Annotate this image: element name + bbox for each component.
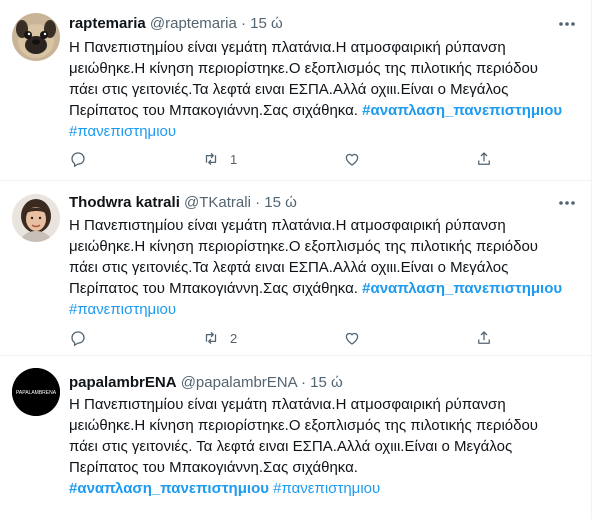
tweet-header: Thodwra katrali @TKatrali · 15 ώ (69, 193, 297, 213)
tweet-body-text: Η Πανεπιστημίου είναι γεμάτη πλατάνια.Η … (69, 396, 539, 476)
tweet[interactable]: raptemaria @raptemaria · 15 ώ Η Πανεπιστ… (0, 0, 592, 180)
share-icon (478, 331, 490, 344)
separator-dot: · (301, 374, 306, 391)
more-icon (559, 22, 575, 26)
more-options-button[interactable] (553, 193, 581, 213)
retweet-button[interactable]: 2 (202, 328, 237, 348)
like-icon (345, 332, 359, 345)
like-icon (345, 153, 359, 166)
papalambrena-logo-image: PAPALAMBRENA (12, 368, 60, 416)
avatar-logo-text: PAPALAMBRENA (16, 390, 57, 396)
more-options-button[interactable] (553, 14, 581, 34)
tweet-text: Η Πανεπιστημίου είναι γεμάτη πλατάνια.Η … (69, 394, 581, 499)
tweet-text: Η Πανεπιστημίου είναι γεμάτη πλατάνια.Η … (69, 215, 581, 320)
like-button[interactable] (343, 328, 371, 348)
like-button[interactable] (343, 149, 371, 169)
reply-button[interactable] (69, 328, 97, 348)
retweet-count: 1 (230, 151, 238, 167)
pug-avatar-image (12, 13, 60, 61)
separator-dot: · (255, 194, 261, 211)
user-handle[interactable]: @papalambrENA (181, 374, 297, 391)
separator-dot: · (241, 15, 246, 32)
avatar[interactable]: PAPALAMBRENA (12, 368, 60, 416)
hashtag-link[interactable]: #αναπλαση_πανεπιστημιου (362, 280, 562, 297)
display-name[interactable]: papalambrENA (69, 374, 177, 391)
retweet-icon (205, 331, 217, 345)
timestamp[interactable]: 15 ώ (250, 15, 283, 32)
tweet-actions: 2 (69, 328, 499, 348)
share-button[interactable] (475, 149, 493, 169)
hashtag-link[interactable]: #πανεπιστημιου (69, 123, 176, 140)
user-handle[interactable]: @TKatrali (184, 194, 251, 211)
timestamp[interactable]: 15 ώ (310, 374, 343, 391)
display-name[interactable]: raptemaria (69, 15, 146, 32)
share-icon (478, 152, 490, 165)
timeline-border (591, 0, 592, 519)
avatar[interactable] (12, 13, 60, 61)
retweet-count: 2 (230, 330, 238, 346)
reply-button[interactable] (69, 149, 97, 169)
reply-icon (71, 331, 85, 347)
retweet-button[interactable]: 1 (202, 149, 237, 169)
avatar[interactable] (12, 194, 60, 242)
timestamp[interactable]: 15 ώ (264, 194, 297, 211)
hashtag-link[interactable]: #αναπλαση_πανεπιστημιου (69, 480, 269, 497)
tweet-header: raptemaria @raptemaria · 15 ώ (69, 14, 283, 34)
retweet-icon (205, 152, 217, 166)
user-handle[interactable]: @raptemaria (150, 15, 237, 32)
tweet[interactable]: Thodwra katrali @TKatrali · 15 ώ Η Πανεπ… (0, 181, 592, 353)
share-button[interactable] (475, 328, 493, 348)
profile-photo-image (12, 194, 60, 242)
tweet[interactable]: PAPALAMBRENA papalambrENA @papalambrENA … (0, 356, 592, 519)
hashtag-link[interactable]: #αναπλαση_πανεπιστημιου (362, 102, 562, 119)
hashtag-link[interactable]: #πανεπιστημιου (69, 301, 176, 318)
timeline: raptemaria @raptemaria · 15 ώ Η Πανεπιστ… (0, 0, 592, 519)
hashtag-link[interactable]: #πανεπιστημιου (273, 480, 380, 497)
reply-icon (71, 152, 85, 168)
more-icon (559, 201, 575, 205)
display-name[interactable]: Thodwra katrali (69, 194, 180, 211)
tweet-actions: 1 (69, 149, 499, 169)
tweet-text: Η Πανεπιστημίου είναι γεμάτη πλατάνια.Η … (69, 37, 581, 142)
tweet-header: papalambrENA @papalambrENA · 15 ώ (69, 373, 343, 393)
